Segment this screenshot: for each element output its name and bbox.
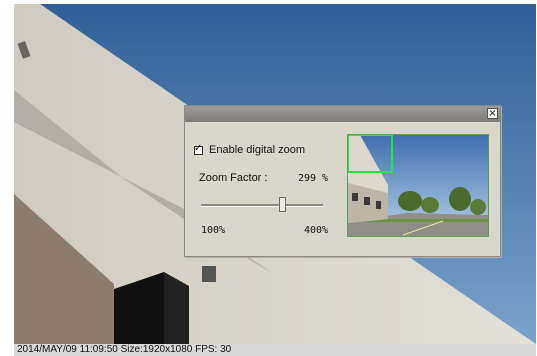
status-bar: 2014/MAY/09 11:09:50 Size:1920x1080 FPS:…	[14, 344, 536, 356]
zoom-factor-label: Zoom Factor :	[199, 172, 268, 184]
enable-digital-zoom-checkbox[interactable]: ✓	[194, 142, 203, 155]
zoom-preview-thumbnail[interactable]	[347, 134, 489, 237]
close-icon: ×	[488, 108, 497, 119]
check-icon: ✓	[194, 142, 203, 154]
zoom-region-box[interactable]	[348, 135, 393, 173]
zoom-factor-value: 299	[298, 173, 317, 184]
slider-min-label: 100%	[201, 225, 226, 236]
slider-track[interactable]	[201, 204, 323, 207]
slider-thumb[interactable]	[278, 197, 286, 212]
zoom-factor-slider[interactable]	[201, 197, 323, 213]
slider-max-label: 400%	[304, 225, 329, 236]
zoom-factor-unit: %	[322, 173, 329, 184]
dialog-titlebar[interactable]: ×	[185, 106, 500, 122]
enable-digital-zoom-label: Enable digital zoom	[209, 144, 306, 156]
digital-zoom-dialog: × ✓ Enable digital zoom Zoom Factor : 29…	[184, 105, 501, 257]
enable-digital-zoom-row[interactable]: ✓ Enable digital zoom	[194, 143, 305, 157]
close-button[interactable]: ×	[487, 108, 498, 119]
